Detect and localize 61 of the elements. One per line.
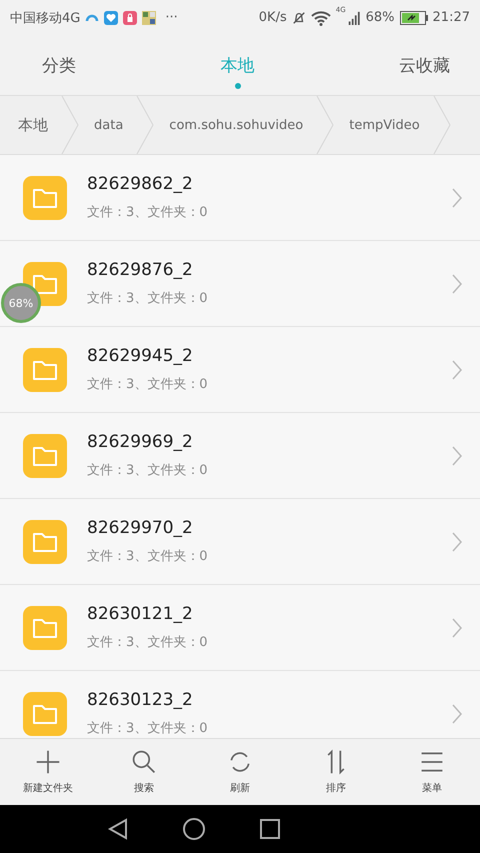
folder-info: 文件：3、文件夹：0 — [87, 290, 209, 307]
grid-app-icon — [142, 10, 156, 24]
chevron-right-icon — [452, 532, 462, 552]
folder-name: 82630123_2 — [87, 690, 194, 710]
heart-app-icon — [104, 10, 118, 24]
lock-app-icon — [123, 10, 138, 24]
chevron-right-icon — [452, 446, 462, 466]
add-icon — [35, 749, 61, 775]
back-icon[interactable] — [106, 817, 130, 841]
wifi-icon — [310, 10, 331, 26]
folder-row[interactable]: 82629862_2 文件：3、文件夹：0 — [0, 155, 480, 241]
toolbar-button[interactable]: 搜索 — [96, 739, 192, 805]
more-notifications: ··· — [165, 10, 178, 25]
tab[interactable]: 分类 — [42, 48, 76, 82]
chevron-right-icon — [452, 704, 462, 724]
recent-apps-icon[interactable] — [258, 817, 282, 841]
muted-bell-icon — [292, 10, 306, 24]
folder-icon — [23, 434, 67, 478]
folder-row[interactable]: 82630121_2 文件：3、文件夹：0 — [0, 585, 480, 671]
folder-info: 文件：3、文件夹：0 — [87, 462, 209, 479]
folder-name: 82630121_2 — [87, 604, 194, 624]
toolbar-button[interactable]: 刷新 — [192, 739, 288, 805]
folder-icon — [23, 176, 67, 220]
folder-name: 82629945_2 — [87, 346, 194, 366]
network-speed: 0K/s — [258, 10, 287, 25]
chevron-right-icon — [452, 360, 462, 380]
folder-info: 文件：3、文件夹：0 — [87, 720, 209, 737]
clock: 21:27 — [432, 10, 470, 25]
folder-icon — [23, 348, 67, 392]
folder-icon — [23, 520, 67, 564]
folder-row[interactable]: 82629970_2 文件：3、文件夹：0 — [0, 499, 480, 585]
breadcrumb-item[interactable]: data — [80, 118, 136, 132]
folder-info: 文件：3、文件夹：0 — [87, 634, 209, 651]
home-icon[interactable] — [182, 817, 206, 841]
folder-info: 文件：3、文件夹：0 — [87, 376, 209, 393]
chevron-right-icon — [452, 188, 462, 208]
tab[interactable]: 云收藏 — [399, 48, 450, 82]
folder-info: 文件：3、文件夹：0 — [87, 204, 209, 221]
folder-row[interactable]: 82629945_2 文件：3、文件夹：0 — [0, 327, 480, 413]
folder-name: 82629970_2 — [87, 518, 194, 538]
search-icon — [131, 749, 157, 775]
breadcrumb-item[interactable]: 本地 — [0, 116, 60, 134]
folder-icon — [23, 692, 67, 736]
chevron-right-icon — [452, 618, 462, 638]
folder-name: 82629876_2 — [87, 260, 194, 280]
active-dot-icon — [234, 82, 240, 88]
toolbar-button[interactable]: 新建文件夹 — [0, 739, 96, 805]
signal-icon — [346, 10, 361, 24]
breadcrumb-item[interactable]: com.sohu.sohuvideo — [155, 118, 316, 132]
carrier-name: 中国移动4G — [10, 10, 80, 26]
breadcrumb-item[interactable]: tempVideo — [335, 118, 432, 132]
chevron-right-icon — [452, 274, 462, 294]
folder-info: 文件：3、文件夹：0 — [87, 548, 209, 565]
folder-name: 82629862_2 — [87, 174, 194, 194]
toolbar-button[interactable]: 菜单 — [384, 739, 480, 805]
battery-percent: 68% — [366, 10, 395, 25]
toolbar-button[interactable]: 排序 — [288, 739, 384, 805]
folder-icon — [23, 606, 67, 650]
charging-battery-icon — [400, 10, 428, 24]
folder-name: 82629969_2 — [87, 432, 194, 452]
folder-row[interactable]: 82629969_2 文件：3、文件夹：0 — [0, 413, 480, 499]
